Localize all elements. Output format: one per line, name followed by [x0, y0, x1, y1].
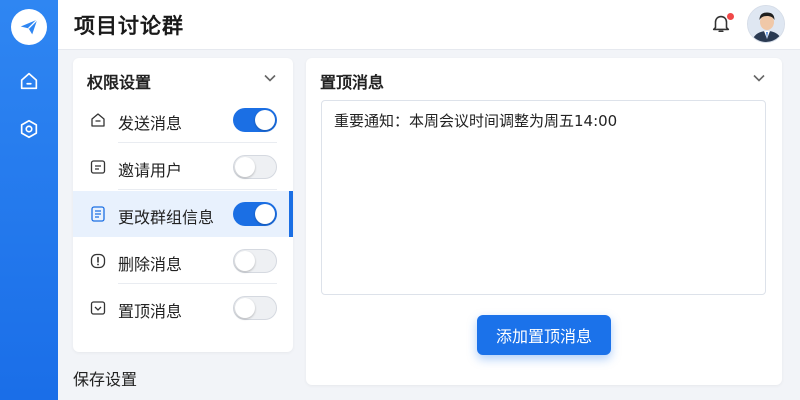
permission-row-delete[interactable]: 删除消息 — [73, 238, 293, 284]
permission-row-edit-info[interactable]: 更改群组信息 — [73, 191, 293, 237]
send-toggle[interactable] — [233, 108, 277, 132]
divider — [118, 142, 277, 143]
notification-badge — [727, 13, 734, 20]
pinned-message-textarea[interactable]: 重要通知：本周会议时间调整为周五14:00 — [321, 100, 766, 295]
home-icon — [20, 72, 38, 90]
paper-plane-icon — [20, 19, 38, 35]
add-pinned-message-button[interactable]: 添加置顶消息 — [477, 315, 611, 355]
permission-label: 邀请用户 — [118, 161, 183, 180]
permission-label: 删除消息 — [118, 255, 183, 274]
notification-button[interactable] — [710, 12, 734, 36]
toggle-knob — [255, 204, 275, 224]
permission-row-invite[interactable]: 邀请用户 — [73, 144, 293, 190]
permission-label: 更改群组信息 — [118, 208, 215, 227]
permissions-panel: 权限设置 发送消息 邀请用户 更改群组信息 删除消息 置顶消息 — [73, 58, 293, 352]
toggle-knob — [235, 251, 255, 271]
invite-icon — [90, 160, 106, 174]
save-settings-button[interactable]: 保存设置 — [73, 366, 137, 390]
pin-icon — [90, 301, 106, 315]
permission-row-send[interactable]: 发送消息 — [73, 97, 293, 143]
alert-icon — [90, 253, 106, 269]
invite-toggle[interactable] — [233, 155, 277, 179]
document-icon — [91, 206, 105, 222]
page-title: 项目讨论群 — [74, 14, 184, 38]
top-header: 项目讨论群 — [58, 0, 800, 50]
app-logo[interactable] — [11, 9, 47, 45]
chevron-down-icon[interactable] — [263, 71, 277, 85]
toggle-knob — [235, 298, 255, 318]
pin-toggle[interactable] — [233, 296, 277, 320]
pinned-title: 置顶消息 — [320, 73, 385, 92]
divider — [118, 283, 277, 284]
settings-hexagon-icon — [20, 119, 38, 139]
toggle-knob — [255, 110, 275, 130]
divider — [118, 189, 277, 190]
chevron-down-icon[interactable] — [752, 71, 766, 85]
permission-row-pin[interactable]: 置顶消息 — [73, 285, 293, 331]
send-icon — [91, 113, 105, 127]
sidebar-settings-button[interactable] — [14, 114, 44, 144]
sidebar-rail — [0, 0, 58, 400]
permissions-title: 权限设置 — [87, 73, 152, 92]
avatar-image — [748, 6, 784, 42]
toggle-knob — [235, 157, 255, 177]
user-avatar[interactable] — [747, 5, 785, 43]
permission-label: 置顶消息 — [118, 302, 183, 321]
permission-label: 发送消息 — [118, 114, 183, 133]
pinned-message-panel: 置顶消息 重要通知：本周会议时间调整为周五14:00 添加置顶消息 — [306, 58, 782, 385]
edit-info-toggle[interactable] — [233, 202, 277, 226]
delete-toggle[interactable] — [233, 249, 277, 273]
sidebar-home-button[interactable] — [14, 66, 44, 96]
